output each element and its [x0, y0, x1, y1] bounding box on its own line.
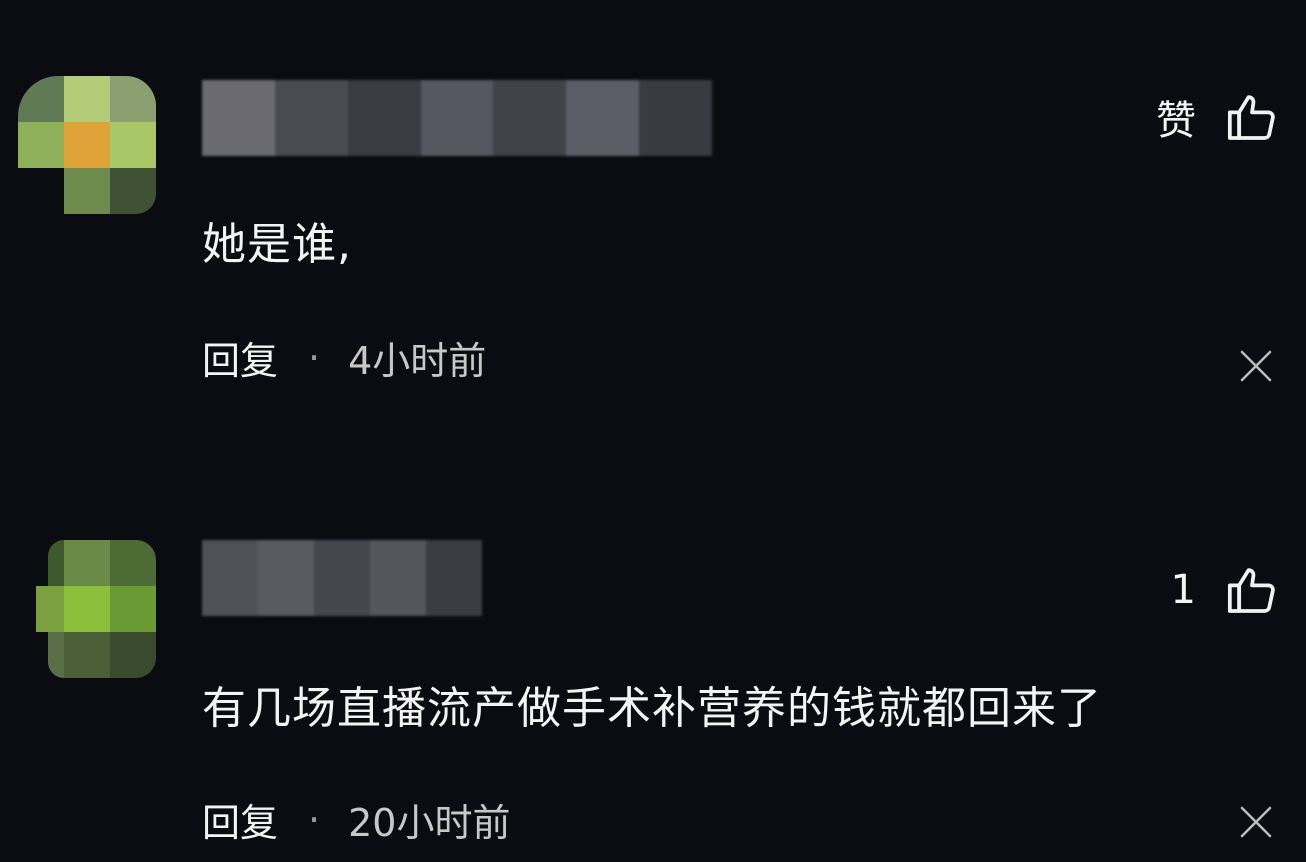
like-button[interactable]: 赞 — [1156, 88, 1280, 146]
timestamp: 4小时前 — [348, 339, 487, 383]
comment-text: 有几场直播流产做手术补营养的钱就都回来了 — [202, 683, 1102, 734]
username-redacted[interactable] — [202, 540, 482, 616]
avatar[interactable] — [18, 540, 158, 680]
like-label: 赞 — [1156, 98, 1196, 144]
separator-dot: · — [308, 335, 321, 380]
thumbs-up-icon — [1227, 568, 1275, 613]
close-icon[interactable] — [1236, 346, 1276, 386]
comment-item: 1 有几场直播流产做手术补营养的钱就都回来了 回复 · 20小时前 — [0, 460, 1306, 862]
comment-text: 她是谁, — [202, 219, 352, 270]
reply-button[interactable]: 回复 — [202, 792, 278, 847]
close-icon[interactable] — [1236, 802, 1276, 842]
timestamp: 20小时前 — [348, 801, 511, 845]
like-button[interactable]: 1 — [1171, 562, 1280, 618]
comment-meta: 回复 · 20小时前 — [202, 792, 510, 847]
thumbs-up-icon — [1227, 95, 1275, 140]
comment-meta: 回复 · 4小时前 — [202, 330, 486, 385]
separator-dot: · — [308, 797, 321, 842]
reply-button[interactable]: 回复 — [202, 330, 278, 385]
avatar[interactable] — [18, 76, 158, 216]
like-count: 1 — [1170, 567, 1196, 613]
username-redacted[interactable] — [202, 80, 713, 156]
comment-item: 赞 她是谁, 回复 · 4小时前 — [0, 0, 1306, 430]
